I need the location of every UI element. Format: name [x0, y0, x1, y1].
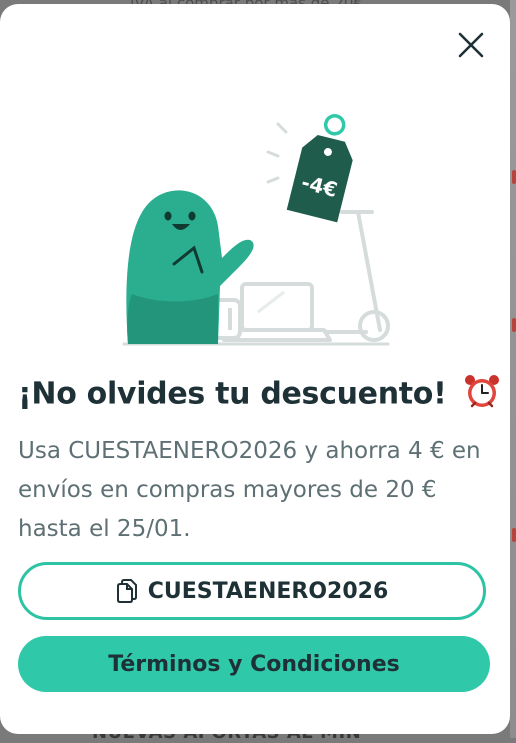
close-icon	[458, 32, 484, 58]
background-marker	[512, 528, 516, 542]
close-button[interactable]	[452, 26, 490, 64]
modal-title: ¡No olvides tu descuento!	[18, 372, 501, 418]
background-marker	[512, 170, 516, 184]
discount-illustration: -4€	[122, 114, 390, 346]
copy-icon	[116, 579, 138, 603]
modal-title-text: ¡No olvides tu descuento!	[18, 376, 447, 412]
background-marker	[512, 318, 516, 332]
terms-button-label: Términos y Condiciones	[108, 651, 400, 677]
alarm-clock-icon	[463, 372, 501, 418]
modal-description: Usa CUESTAENERO2026 y ahorra 4 € en enví…	[18, 438, 481, 542]
terms-button[interactable]: Términos y Condiciones	[18, 636, 490, 692]
price-tag-illustration: -4€	[286, 114, 353, 223]
copy-code-button[interactable]: CUESTAENERO2026	[18, 562, 486, 620]
background-edge	[510, 0, 516, 738]
copy-code-label: CUESTAENERO2026	[147, 578, 389, 604]
discount-modal: -4€ ¡No olvides tu descuento! Usa CUESTA…	[0, 4, 510, 734]
scooter-illustration	[306, 210, 390, 342]
